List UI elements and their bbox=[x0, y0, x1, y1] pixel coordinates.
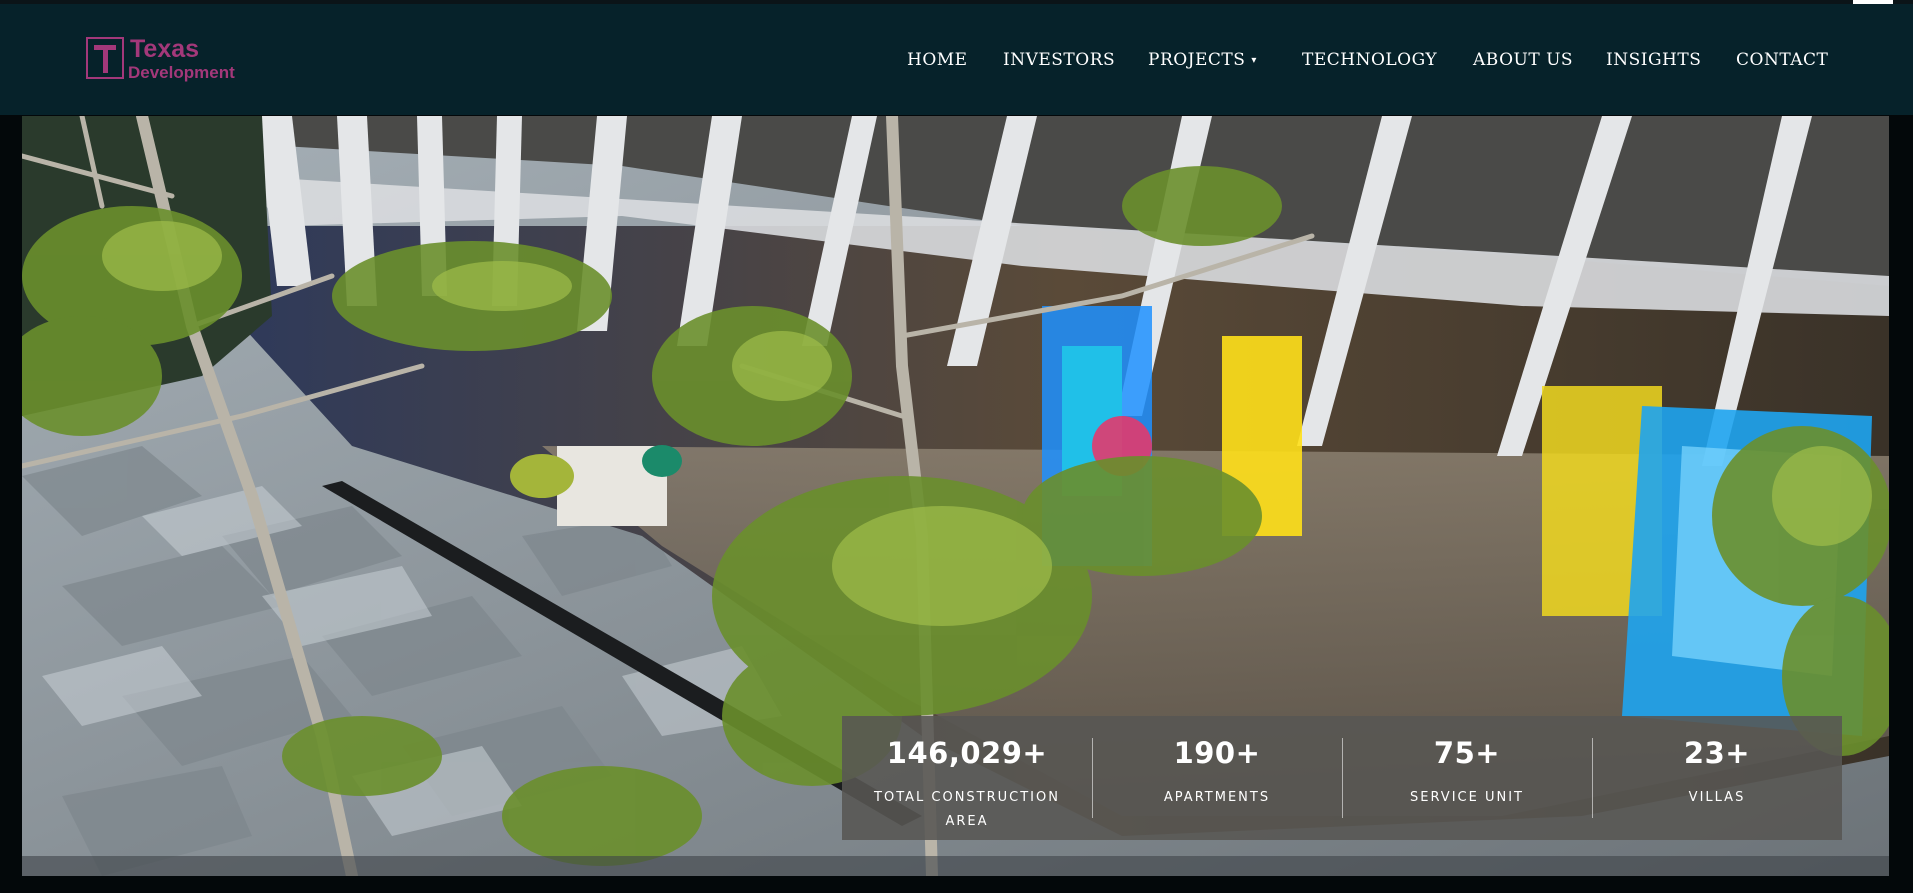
nav-investors[interactable]: INVESTORS bbox=[1003, 50, 1115, 70]
hero-image: 146,029+ TOTAL CONSTRUCTION AREA 190+ AP… bbox=[22, 116, 1889, 876]
nav-projects-label: PROJECTS bbox=[1148, 50, 1246, 70]
nav-insights[interactable]: INSIGHTS bbox=[1606, 50, 1701, 70]
stat-label: TOTAL CONSTRUCTION AREA bbox=[874, 790, 1060, 829]
stat-label: SERVICE UNIT bbox=[1410, 790, 1524, 805]
stat-label: APARTMENTS bbox=[1163, 790, 1271, 805]
nav-about-us[interactable]: ABOUT US bbox=[1473, 50, 1573, 70]
stat-service-unit: 75+ SERVICE UNIT bbox=[1342, 716, 1592, 840]
stat-villas: 23+ VILLAS bbox=[1592, 716, 1842, 840]
nav-home[interactable]: HOME bbox=[907, 50, 968, 70]
top-white-tab bbox=[1853, 0, 1893, 4]
top-strip bbox=[0, 0, 1913, 4]
stat-value: 75+ bbox=[1433, 736, 1501, 770]
nav-contact[interactable]: CONTACT bbox=[1736, 50, 1828, 70]
main-nav: HOME INVESTORS PROJECTS ▾ TECHNOLOGY ABOU… bbox=[0, 50, 1913, 74]
stat-label: VILLAS bbox=[1688, 790, 1746, 805]
stat-value: 146,029+ bbox=[886, 736, 1048, 770]
stats-panel: 146,029+ TOTAL CONSTRUCTION AREA 190+ AP… bbox=[842, 716, 1842, 840]
stat-value: 190+ bbox=[1173, 736, 1261, 770]
stat-apartments: 190+ APARTMENTS bbox=[1092, 716, 1342, 840]
stat-value: 23+ bbox=[1683, 736, 1751, 770]
chevron-down-icon: ▾ bbox=[1251, 55, 1257, 66]
nav-projects[interactable]: PROJECTS ▾ bbox=[1148, 50, 1257, 70]
nav-technology[interactable]: TECHNOLOGY bbox=[1302, 50, 1437, 70]
site-header: Texas Development HOME INVESTORS PROJECT… bbox=[0, 0, 1913, 115]
stat-total-construction-area: 146,029+ TOTAL CONSTRUCTION AREA bbox=[842, 716, 1092, 840]
